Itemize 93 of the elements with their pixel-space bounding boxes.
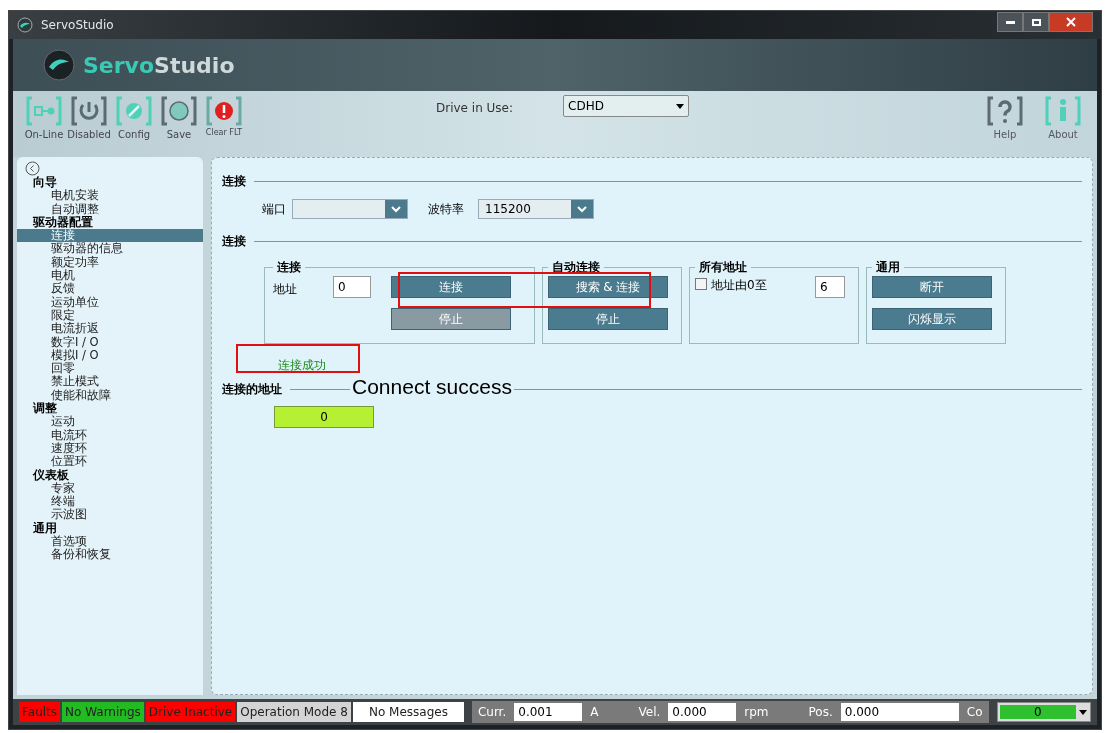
field-label: 波特率 [428, 201, 464, 218]
wrench-icon [116, 95, 152, 127]
port-dropdown[interactable] [292, 199, 408, 219]
baud-dropdown[interactable]: 115200 [478, 199, 594, 219]
toolbar-button[interactable]: Save [158, 95, 200, 142]
status-indicator: Operation Mode 8 [237, 702, 351, 722]
sidebar-item[interactable]: 电流折返 [17, 322, 203, 336]
reading-label: Curr. [477, 704, 507, 721]
sidebar-item[interactable]: 首选项 [17, 535, 203, 549]
plug-icon [26, 95, 62, 127]
action-button[interactable]: 搜索 & 连接 [548, 276, 668, 298]
drive-dropdown[interactable]: CDHD [563, 95, 690, 117]
drive-label: Drive in Use: [436, 100, 514, 117]
toolbar-button[interactable]: Disabled [68, 95, 110, 142]
sidebar-item[interactable]: 电流环 [17, 428, 203, 442]
reading-field: 0.001 [514, 703, 583, 721]
connected-address-indicator: 0 [274, 406, 374, 428]
status-indicator: Drive Inactive [145, 702, 236, 722]
group-title: 连接 [276, 259, 302, 276]
logo-text: ServoStudio [83, 51, 235, 80]
toolbar-button[interactable]: About [1043, 95, 1083, 142]
group-title: 所有地址 [698, 259, 748, 276]
sidebar-item[interactable]: 驱动器的信息 [17, 242, 203, 256]
sidebar-group[interactable]: 向导 [17, 176, 203, 190]
sidebar-item[interactable]: 连接 [17, 229, 203, 243]
action-button[interactable]: 停止 [548, 308, 668, 330]
app-logo-icon [17, 17, 33, 33]
alert-icon [206, 95, 242, 127]
status-indicator: No Messages [352, 702, 464, 722]
dropdown-arrow-icon [676, 103, 685, 109]
sidebar-item[interactable]: 备份和恢复 [17, 548, 203, 562]
unit-label: rpm [744, 704, 769, 721]
window-title: ServoStudio [41, 17, 114, 34]
sidebar-item[interactable]: 反馈 [17, 282, 203, 296]
sidebar-item[interactable]: 数字I / O [17, 335, 203, 349]
sidebar-item[interactable]: 运动单位 [17, 295, 203, 309]
sidebar-item[interactable]: 自动调整 [17, 202, 203, 216]
sidebar-item[interactable]: 回零 [17, 362, 203, 376]
reading-field: 0.000 [668, 703, 737, 721]
toolbar-button[interactable]: Clear FLT [203, 95, 245, 139]
toolbar-button[interactable]: On-Line [23, 95, 65, 142]
maximize-button[interactable] [1023, 12, 1049, 32]
sidebar-group[interactable]: 驱动器配置 [17, 215, 203, 230]
sidebar-item[interactable]: 电机 [17, 269, 203, 283]
field-label: 地址 [273, 281, 298, 298]
status-indicator: Faults [19, 702, 61, 722]
sidebar-group[interactable]: 调整 [17, 402, 203, 416]
sidebar-group[interactable]: 仪表板 [17, 468, 203, 482]
minimize-button[interactable] [997, 12, 1023, 32]
help-icon [987, 95, 1023, 127]
disc-icon [161, 95, 197, 127]
group-title: 通用 [875, 259, 901, 276]
sidebar-item[interactable]: 电机安装 [17, 189, 203, 203]
reading-label: Pos. [808, 704, 833, 721]
section-heading: 连接 [222, 173, 246, 190]
power-icon [71, 95, 107, 127]
section-heading: 连接的地址 [222, 381, 282, 398]
sidebar-item[interactable]: 终端 [17, 495, 203, 509]
logo-icon [43, 49, 75, 81]
action-button[interactable]: 断开 [872, 276, 992, 298]
info-icon [1045, 95, 1081, 127]
sidebar-item[interactable]: 运动 [17, 415, 203, 429]
sidebar-item[interactable]: 禁止模式 [17, 375, 203, 389]
section-heading: 连接 [222, 233, 246, 250]
status-selector[interactable]: 0 [996, 702, 1091, 722]
checkbox-label: 地址由0至 [711, 277, 767, 294]
close-icon [1066, 17, 1076, 27]
status-message: 连接成功 [278, 358, 326, 372]
sidebar-item[interactable]: 限定 [17, 308, 203, 323]
unit-label: A [590, 704, 599, 721]
close-button[interactable] [1049, 12, 1093, 32]
sidebar-item[interactable]: 专家 [17, 481, 203, 496]
sidebar-item[interactable]: 速度环 [17, 441, 203, 456]
unit-label: Co [966, 704, 983, 721]
status-indicator: No Warnings [62, 702, 144, 722]
address-field[interactable]: 0 [333, 276, 371, 298]
sidebar-item[interactable]: 额定功率 [17, 255, 203, 270]
sidebar-group[interactable]: 通用 [17, 521, 203, 535]
reading-label: Vel. [638, 704, 661, 721]
sidebar-item[interactable]: 使能和故障 [17, 388, 203, 403]
back-icon[interactable] [25, 161, 40, 176]
sidebar-item[interactable]: 示波图 [17, 508, 203, 522]
sidebar-item[interactable]: 位置环 [17, 455, 203, 469]
reading-field: 0.000 [840, 703, 959, 721]
sidebar-item[interactable]: 模拟I / O [17, 348, 203, 363]
checkbox[interactable] [695, 278, 707, 290]
address-range-field[interactable]: 6 [815, 276, 845, 298]
toolbar-button[interactable]: Config [113, 95, 155, 142]
dropdown-arrow-icon [1079, 709, 1087, 715]
action-button[interactable]: 连接 [391, 276, 511, 298]
action-button[interactable]: 闪烁显示 [872, 308, 992, 330]
toolbar-button[interactable]: Help [985, 95, 1025, 142]
field-label: 端口 [262, 201, 286, 218]
